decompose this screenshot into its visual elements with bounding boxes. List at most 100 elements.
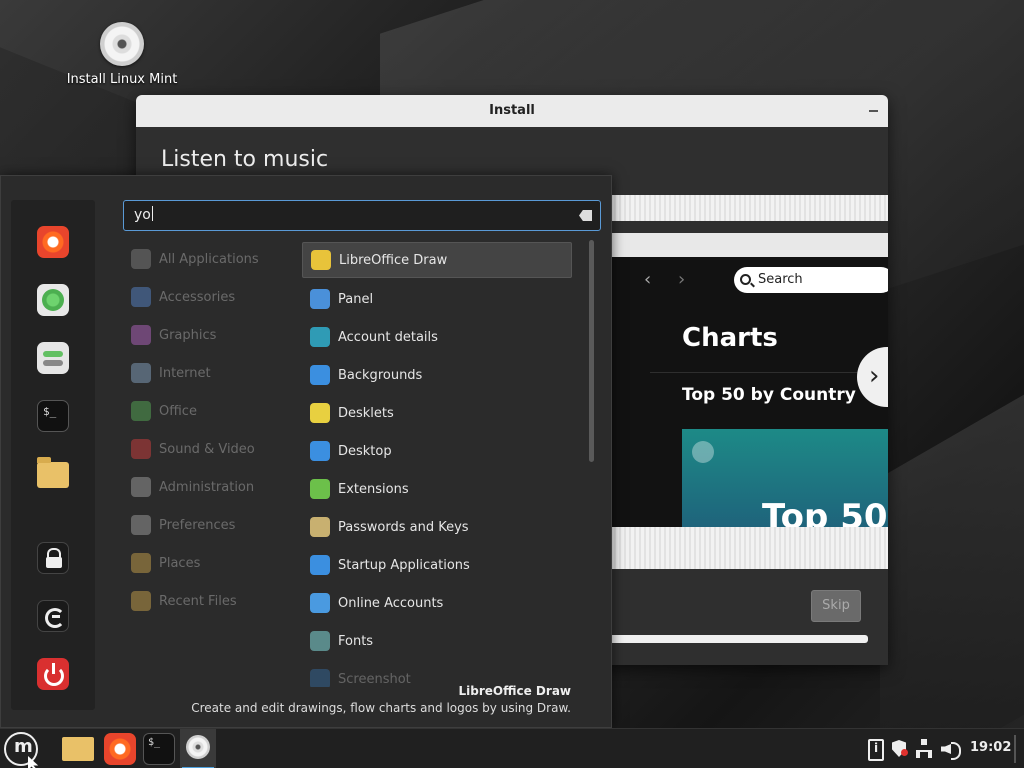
spotify-search: Search: [734, 267, 888, 293]
app-item[interactable]: Startup Applications: [302, 546, 572, 584]
divider: [650, 372, 888, 373]
app-label: Panel: [338, 291, 374, 307]
update-manager-icon[interactable]: [865, 739, 884, 761]
app-item[interactable]: Backgrounds: [302, 356, 572, 394]
category-item[interactable]: Office: [131, 392, 291, 430]
terminal-icon[interactable]: $_: [143, 733, 175, 765]
power-icon[interactable]: [37, 658, 69, 690]
category-item[interactable]: Graphics: [131, 316, 291, 354]
spotify-preview: ‹ › Search Charts Top 50 by Country Top …: [612, 257, 888, 539]
desktop-icon-install-linux-mint[interactable]: Install Linux Mint: [62, 22, 182, 87]
desktop-icon-label: Install Linux Mint: [66, 72, 178, 87]
spotify-search-label: Search: [758, 272, 803, 287]
graphics-icon: [131, 325, 151, 345]
search-icon: [740, 274, 751, 285]
category-item[interactable]: Preferences: [131, 506, 291, 544]
app-list: LibreOffice Draw Panel Account details Back…: [302, 242, 572, 687]
files-icon[interactable]: [62, 737, 94, 761]
category-item[interactable]: Sound & Video: [131, 430, 291, 468]
install-window-task-button[interactable]: [180, 729, 216, 768]
volume-icon[interactable]: [941, 739, 961, 760]
logout-icon[interactable]: [37, 600, 69, 632]
app-item[interactable]: Passwords and Keys: [302, 508, 572, 546]
app-label: Fonts: [338, 633, 374, 649]
text-caret: [151, 206, 153, 221]
grid-icon: [131, 249, 151, 269]
app-label: Extensions: [338, 481, 409, 497]
category-item[interactable]: Places: [131, 544, 291, 582]
category-item[interactable]: Internet: [131, 354, 291, 392]
app-label: Account details: [338, 329, 438, 345]
recent-files-icon: [131, 591, 151, 611]
category-label: Recent Files: [159, 593, 237, 609]
app-item[interactable]: Fonts: [302, 622, 572, 660]
app-description-text: Create and edit drawings, flow charts an…: [191, 701, 571, 715]
sound-video-icon: [131, 439, 151, 459]
favorites-bar: $_: [11, 200, 95, 710]
search-text: yo: [134, 207, 151, 223]
app-item[interactable]: Account details: [302, 318, 572, 356]
category-label: Sound & Video: [159, 441, 255, 457]
app-item[interactable]: Panel: [302, 280, 572, 318]
app-label: Desklets: [338, 405, 394, 421]
category-item[interactable]: Recent Files: [131, 582, 291, 620]
app-item[interactable]: Screenshot: [302, 660, 572, 687]
app-label: Backgrounds: [338, 367, 423, 383]
files-icon[interactable]: [37, 457, 69, 488]
network-icon[interactable]: [915, 739, 933, 759]
disc-icon: [100, 22, 144, 66]
app-label: Desktop: [338, 443, 392, 459]
category-label: Administration: [159, 479, 255, 495]
slide-heading: Listen to music: [161, 147, 329, 172]
lock-icon[interactable]: [37, 542, 69, 574]
app-label: Passwords and Keys: [338, 519, 469, 535]
install-window-title: Install: [489, 103, 535, 118]
category-label: Accessories: [159, 289, 236, 305]
category-label: Preferences: [159, 517, 236, 533]
back-arrow-icon: ‹: [644, 269, 652, 290]
app-item[interactable]: Extensions: [302, 470, 572, 508]
startup-apps-icon: [310, 555, 330, 575]
clear-icon[interactable]: [579, 210, 592, 221]
online-accounts-icon: [310, 593, 330, 613]
scrollbar[interactable]: [589, 240, 594, 462]
account-icon: [310, 327, 330, 347]
bottom-panel: $_ 19:02: [0, 728, 1024, 768]
minimize-icon[interactable]: [869, 110, 878, 112]
office-icon: [131, 401, 151, 421]
settings-icon[interactable]: [37, 342, 69, 374]
app-label: Online Accounts: [338, 595, 444, 611]
accessories-icon: [131, 287, 151, 307]
install-window-titlebar[interactable]: Install: [136, 95, 888, 127]
category-label: All Applications: [159, 251, 259, 267]
firefox-icon[interactable]: [37, 226, 69, 258]
top50-card: Top 50: [682, 429, 888, 539]
application-menu: $_ yo All Applications Accessories Graphic…: [0, 175, 612, 728]
show-desktop-button[interactable]: [1014, 735, 1016, 763]
clock[interactable]: 19:02: [970, 740, 1011, 755]
app-item[interactable]: LibreOffice Draw: [302, 242, 572, 278]
wallpaper-shape: [880, 362, 1024, 768]
spotify-logo-icon: [692, 441, 714, 463]
desktop-icon: [310, 441, 330, 461]
app-description: LibreOffice Draw Create and edit drawing…: [191, 684, 571, 715]
app-item[interactable]: Desklets: [302, 394, 572, 432]
preferences-icon: [131, 515, 151, 535]
category-list: All Applications Accessories Graphics Inter…: [131, 240, 291, 620]
app-item[interactable]: Online Accounts: [302, 584, 572, 622]
libreoffice-draw-icon: [311, 250, 331, 270]
category-item[interactable]: Accessories: [131, 278, 291, 316]
administration-icon: [131, 477, 151, 497]
category-item[interactable]: Administration: [131, 468, 291, 506]
menu-search-input[interactable]: yo: [123, 200, 601, 231]
firefox-icon[interactable]: [104, 733, 136, 765]
skip-button[interactable]: Skip: [811, 590, 861, 622]
category-label: Office: [159, 403, 197, 419]
category-item[interactable]: All Applications: [131, 240, 291, 278]
software-manager-icon[interactable]: [37, 284, 69, 316]
app-item[interactable]: Desktop: [302, 432, 572, 470]
charts-heading: Charts: [682, 323, 778, 353]
shield-icon[interactable]: [890, 739, 908, 759]
terminal-icon[interactable]: $_: [37, 400, 69, 432]
desklets-icon: [310, 403, 330, 423]
